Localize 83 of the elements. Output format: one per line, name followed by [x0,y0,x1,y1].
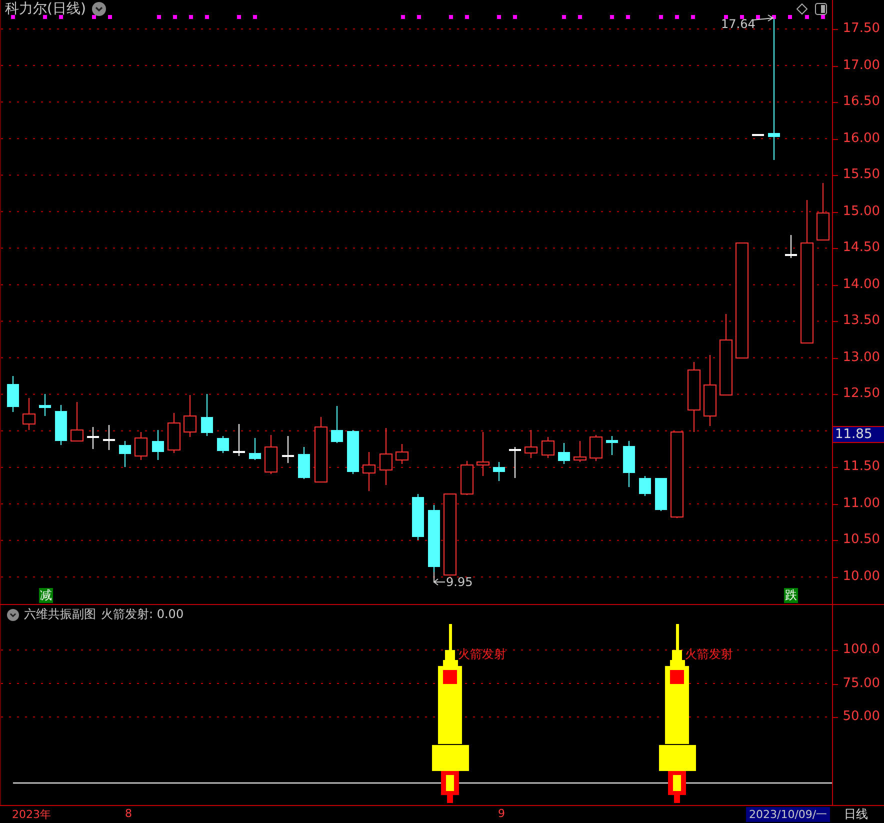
signal-tag: 减 [39,588,53,603]
candlestick [249,438,261,460]
candlestick [574,440,586,462]
arrow-icon [433,572,446,586]
rocket-label: 火箭发射 [685,646,733,663]
time-label: 9 [498,807,505,820]
candlestick [606,436,618,456]
axis-label: 15.50 [842,167,880,182]
low-price-label: 9.95 [446,575,473,589]
dropdown-icon[interactable] [92,2,106,16]
candlestick [816,182,830,240]
candlestick [7,376,19,412]
current-price-label: 11.85 [833,426,884,443]
candlestick [87,426,99,450]
axis-label: 12.50 [842,386,880,402]
candlestick [331,406,343,444]
candlestick [314,416,328,482]
chart-title: 科力尔(日线) [5,0,86,18]
axis-label: 11.00 [842,496,880,511]
candlestick [460,460,474,496]
cursor-date-label: 2023/10/09/一 [746,807,830,822]
candlestick [476,432,490,476]
candlestick [282,436,294,464]
candlestick [380,428,392,486]
candlestick [542,436,554,458]
axis-label: 17.00 [842,58,880,73]
candlestick [103,424,115,450]
candlestick [152,430,164,460]
dropdown-icon[interactable] [7,608,19,620]
candlestick [704,354,716,426]
candlestick [688,362,700,432]
candlestick [217,436,229,454]
candlestick [233,424,245,456]
time-label: 8 [125,807,132,820]
candlestick [428,504,440,572]
candlestick [639,476,651,496]
axis-label: 15.00 [842,204,880,219]
axis-label: 14.00 [842,276,880,292]
candlestick [55,404,67,446]
axis-label: 10.50 [842,532,880,548]
axis-label: 75.00 [842,676,880,690]
signal-tag: 跌 [784,588,798,603]
indicator-value: 火箭发射: 0.00 [101,606,184,623]
axis-label: 10.00 [842,568,880,584]
candlestick [168,412,180,454]
candlestick [509,446,521,478]
candlestick [298,446,310,480]
candlestick [558,442,570,464]
candlestick [785,234,797,258]
candlestick [264,434,278,474]
candlestick [201,394,213,436]
axis-label: 16.50 [842,94,880,110]
axis-label: 17.50 [842,21,880,36]
period-label: 日线 [843,806,868,823]
candlestick [590,434,602,462]
diamond-icon[interactable] [796,3,808,15]
axis-label: 100.0 [842,642,880,657]
candlestick [493,462,505,482]
candlestick [184,394,196,438]
candlestick [362,452,376,492]
candlestick [412,494,424,540]
indicator-title: 六维共振副图 [24,606,96,623]
candlestick [655,478,667,512]
candlestick [524,430,538,458]
candlestick [134,432,148,460]
rocket-label: 火箭发射 [458,646,506,663]
axis-label: 50.00 [842,709,880,724]
candlestick [623,440,635,488]
axis-label: 11.50 [842,459,880,474]
candlestick [119,440,131,468]
axis-label: 13.00 [842,350,880,365]
time-label: 2023年 [12,807,51,822]
axis-label: 13.50 [842,313,880,328]
candlestick [396,444,408,464]
candlestick [22,398,36,430]
candlestick [70,402,84,442]
axis-label: 14.50 [842,240,880,256]
high-price-label: 17.64 [721,17,756,31]
panel-toggle-icon[interactable] [815,3,827,15]
candlestick [347,430,359,474]
candlestick [39,394,51,416]
axis-label: 16.00 [842,130,880,146]
candlestick [752,134,764,136]
